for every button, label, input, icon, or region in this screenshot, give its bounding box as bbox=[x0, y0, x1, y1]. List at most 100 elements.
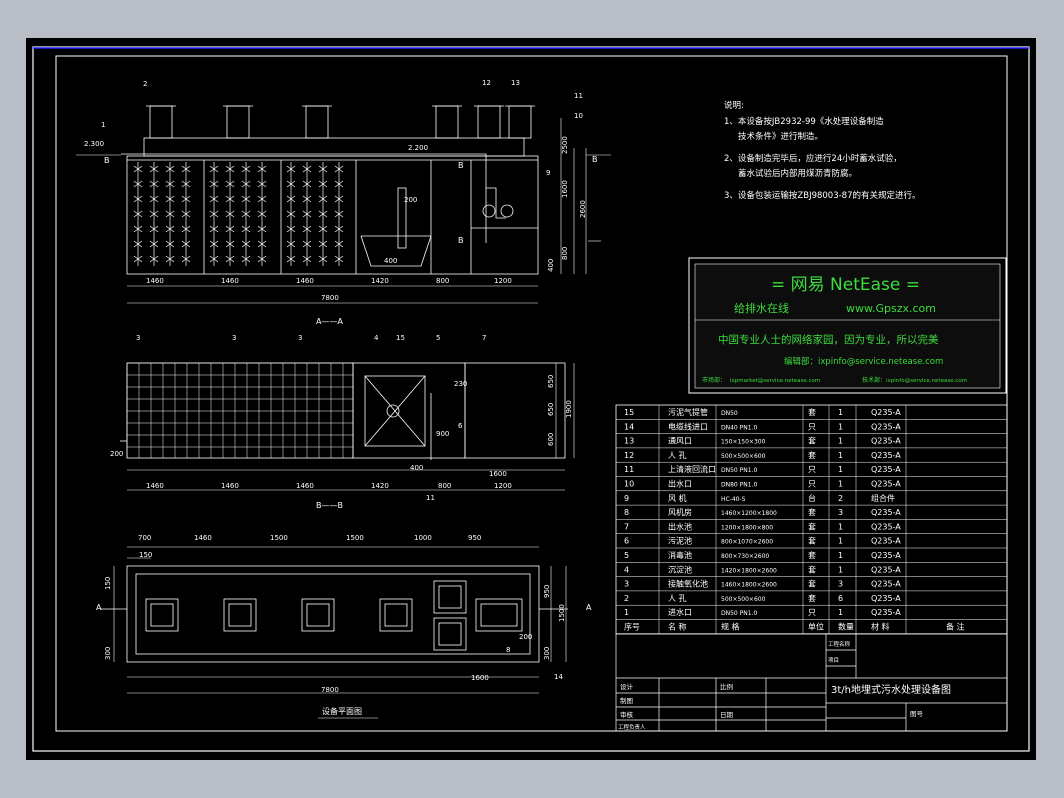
netease-subtitle: 给排水在线 bbox=[734, 301, 789, 315]
bb-callout-15: 15 bbox=[396, 334, 405, 342]
table-cell: 1 bbox=[838, 437, 843, 446]
aa-dim-2: 1460 bbox=[296, 277, 314, 285]
table-cell: 风 机 bbox=[668, 493, 687, 503]
section-aa-label: A——A bbox=[316, 317, 343, 326]
bb-height-600: 600 bbox=[547, 433, 555, 446]
table-cell: 只 bbox=[808, 608, 816, 617]
height-1600: 1600 bbox=[561, 180, 569, 198]
plan-top-1460: 1460 bbox=[194, 534, 212, 542]
table-header-cell: 名 称 bbox=[668, 622, 687, 632]
plan-right-1500: 1500 bbox=[558, 604, 566, 622]
tb-label-design: 设计 bbox=[620, 682, 634, 691]
inner-dim-200: 200 bbox=[404, 196, 417, 204]
table-row: 15 污泥气提管 DN50 套 1 Q235-A bbox=[624, 407, 901, 417]
bb-callout-4: 4 bbox=[374, 334, 379, 342]
bb-dim-4: 800 bbox=[438, 482, 451, 490]
aeration-diffusers bbox=[133, 162, 344, 266]
bb-sub-dim-400: 400 bbox=[410, 464, 423, 472]
table-cell: 1 bbox=[838, 480, 843, 489]
plan-top-700: 700 bbox=[138, 534, 151, 542]
plan-callout-14: 14 bbox=[554, 673, 563, 681]
note-3: 3、设备包装运输按ZBJ98003-87的有关规定进行。 bbox=[724, 190, 921, 201]
table-cell: 3 bbox=[838, 580, 843, 589]
table-cell: Q235-A bbox=[871, 551, 901, 560]
plan-top-150: 150 bbox=[139, 551, 152, 559]
title-block-labels: 3t/h地埋式污水处理设备图 设计 制图 审核 工程负责人 比例 日期 图号 工… bbox=[618, 640, 951, 731]
bb-callout-7: 7 bbox=[482, 334, 486, 342]
aa-dim-3: 1420 bbox=[371, 277, 389, 285]
table-row: 11 上清液回流口 DN50 PN1.0 只 1 Q235-A bbox=[624, 464, 901, 474]
plan-right-200: 200 bbox=[519, 633, 532, 641]
bb-callout-3a: 3 bbox=[136, 334, 140, 342]
table-row: 1 进水口 DN50 PN1.0 只 1 Q235-A bbox=[624, 607, 901, 617]
table-cell: 沉淀池 bbox=[668, 564, 692, 574]
netease-heading: = 网易 NetEase = bbox=[771, 275, 920, 295]
table-cell: 1460×1200×1800 bbox=[721, 510, 777, 517]
table-cell: 6 bbox=[624, 537, 629, 546]
table-row: 5 消毒池 800×730×2600 套 1 Q235-A bbox=[624, 550, 901, 560]
aa-dim-total: 7800 bbox=[321, 294, 339, 302]
table-cell: DN40 PN1.0 bbox=[721, 424, 757, 431]
table-cell: 13 bbox=[624, 437, 634, 446]
table-cell: 套 bbox=[808, 593, 816, 603]
table-cell: Q235-A bbox=[871, 437, 901, 446]
section-aa-labels: A——A B B B B 2.300 2.200 200 400 1 2 12 … bbox=[84, 79, 598, 326]
table-cell: 4 bbox=[624, 565, 629, 574]
table-cell: 电缆线进口 bbox=[668, 421, 708, 431]
plan-right-300: 300 bbox=[543, 647, 551, 660]
netease-editor: 编辑部：ixpinfo@service.netease.com bbox=[784, 356, 943, 367]
height-2500: 2500 bbox=[561, 136, 569, 154]
callout-12: 12 bbox=[482, 79, 491, 87]
bb-left-dim: 200 bbox=[110, 450, 123, 458]
level-mid: 2.200 bbox=[408, 144, 428, 152]
section-aa-dimlines bbox=[76, 118, 611, 304]
table-header-cell: 备 注 bbox=[946, 622, 965, 632]
table-cell: 通风口 bbox=[668, 436, 692, 446]
table-header-cell: 数量 bbox=[838, 622, 854, 632]
bb-height-650b: 650 bbox=[547, 403, 555, 416]
table-row: 3 接触氧化池 1460×1800×2600 套 3 Q235-A bbox=[624, 579, 901, 589]
table-cell: 套 bbox=[808, 450, 816, 460]
plan-cut-a-right: A bbox=[586, 603, 592, 612]
callout-11: 11 bbox=[574, 92, 583, 100]
table-cell: Q235-A bbox=[871, 608, 901, 617]
table-cell: 套 bbox=[808, 550, 816, 560]
note-2b: 蓄水试验后内部用煤沥青防腐。 bbox=[738, 168, 857, 179]
table-cell: 只 bbox=[808, 422, 816, 431]
bb-dim-2: 1460 bbox=[296, 482, 314, 490]
table-cell: DN50 bbox=[721, 410, 738, 417]
section-aa-view bbox=[121, 105, 539, 275]
table-cell: 5 bbox=[624, 551, 629, 560]
parts-table: 15 污泥气提管 DN50 套 1 Q235-A 1 4 电缆线进口 DN40 PN1.0 只 1 Q2… bbox=[615, 404, 1008, 635]
table-cell: HC-40-S bbox=[721, 496, 746, 503]
table-cell: 2 bbox=[838, 494, 843, 503]
table-cell: 500×500×600 bbox=[721, 596, 766, 603]
table-cell: 11 bbox=[624, 465, 634, 474]
bb-callout-5: 5 bbox=[436, 334, 440, 342]
table-cell: DN50 PN1.0 bbox=[721, 467, 757, 474]
tb-label-lead: 工程负责人 bbox=[618, 723, 646, 731]
table-cell: 10 bbox=[624, 480, 634, 489]
table-cell: Q235-A bbox=[871, 480, 901, 489]
notes-title: 说明: bbox=[724, 100, 744, 111]
table-row: 6 污泥池 800×1070×2600 套 1 Q235-A bbox=[624, 536, 901, 546]
table-cell: Q235-A bbox=[871, 408, 901, 417]
table-cell: 7 bbox=[624, 522, 629, 531]
table-cell: 1 bbox=[838, 608, 843, 617]
table-cell: 1200×1800×800 bbox=[721, 524, 773, 531]
table-cell: 上清液回流口 bbox=[668, 464, 716, 474]
bb-inner-230: 230 bbox=[454, 380, 467, 388]
table-cell: 接触氧化池 bbox=[668, 579, 708, 589]
table-cell: Q235-A bbox=[871, 422, 901, 431]
table-cell: 1 bbox=[838, 565, 843, 574]
aa-dim-5: 1200 bbox=[494, 277, 512, 285]
table-cell: 3 bbox=[624, 580, 629, 589]
plan-left-300: 300 bbox=[104, 647, 112, 660]
table-cell: 1 bbox=[838, 465, 843, 474]
table-cell: 只 bbox=[808, 480, 816, 489]
cut-b-right: B bbox=[592, 155, 598, 164]
bb-dim-5: 1200 bbox=[494, 482, 512, 490]
table-row: 8 风机房 1460×1200×1800 套 3 Q235-A bbox=[624, 507, 901, 517]
table-cell: 人 孔 bbox=[668, 594, 687, 603]
table-row: 10 出水口 DN80 PN1.0 只 1 Q235-A bbox=[624, 479, 901, 489]
